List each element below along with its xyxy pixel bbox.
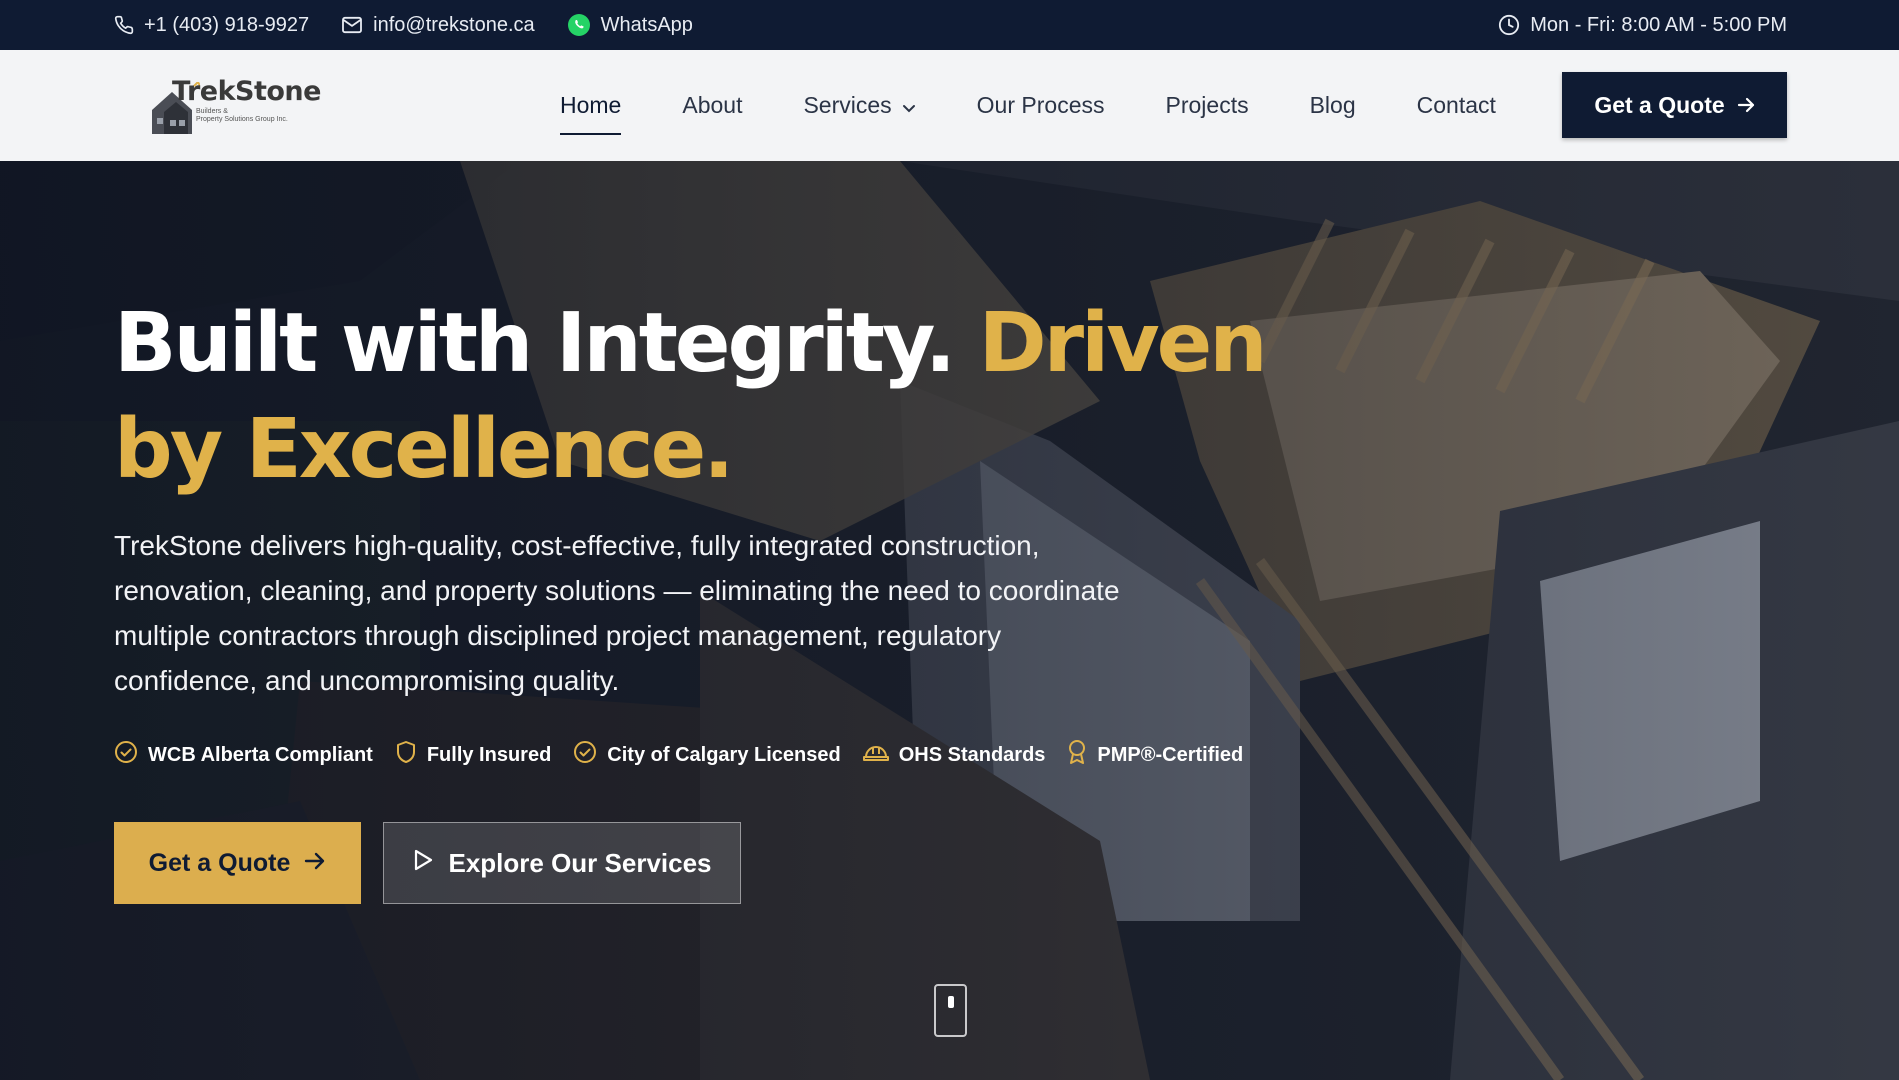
credential-badges: WCB Alberta Compliant Fully Insured City… (114, 739, 1243, 771)
hero-headline: Built with Integrity. Driven by Excellen… (114, 291, 1314, 503)
badge-pmp: PMP®-Certified (1067, 739, 1243, 771)
nav-item-services[interactable]: Services (803, 50, 915, 161)
phone-icon (114, 15, 134, 35)
whatsapp-text: WhatsApp (600, 13, 693, 36)
badge-wcb: WCB Alberta Compliant (114, 740, 373, 770)
badge-calgary-licensed: City of Calgary Licensed (573, 740, 841, 770)
hero-section: Built with Integrity. Driven by Excellen… (0, 161, 1899, 1080)
hero-lead-paragraph: TrekStone delivers high-quality, cost-ef… (114, 530, 1120, 696)
badge-insured: Fully Insured (395, 740, 551, 770)
email-link[interactable]: info@trekstone.ca (341, 14, 535, 37)
scroll-down-indicator[interactable] (934, 984, 967, 1037)
nav-get-quote-button[interactable]: Get a Quote (1562, 72, 1787, 138)
check-circle-icon (114, 740, 138, 770)
nav-item-contact[interactable]: Contact (1417, 50, 1496, 161)
play-icon (412, 848, 434, 879)
shield-icon (395, 740, 417, 770)
business-hours: Mon - Fri: 8:00 AM - 5:00 PM (1498, 0, 1787, 50)
nav-item-our-process[interactable]: Our Process (977, 50, 1105, 161)
hours-text: Mon - Fri: 8:00 AM - 5:00 PM (1530, 13, 1787, 36)
award-icon (1067, 739, 1087, 771)
explore-services-button[interactable]: Explore Our Services (383, 822, 741, 904)
top-contact-bar: +1 (403) 918-9927 info@trekstone.ca What… (0, 0, 1899, 50)
main-navigation: TrekStone Builders & Property Solutions … (0, 50, 1899, 161)
whatsapp-icon (567, 13, 591, 37)
email-text: info@trekstone.ca (373, 13, 535, 36)
nav-menu: Home About Services Our Process Projects… (560, 50, 1496, 161)
scroll-indicator-dot (948, 996, 954, 1008)
hero-get-quote-button[interactable]: Get a Quote (114, 822, 361, 904)
trekstone-logo[interactable]: TrekStone Builders & Property Solutions … (150, 74, 321, 136)
mail-icon (341, 16, 363, 34)
badge-ohs: OHS Standards (862, 741, 1045, 769)
logo-tagline: Builders & Property Solutions Group Inc. (196, 108, 288, 123)
nav-item-about[interactable]: About (682, 50, 742, 161)
arrow-right-icon (304, 849, 326, 878)
nav-item-blog[interactable]: Blog (1310, 50, 1356, 161)
chevron-down-icon (902, 92, 916, 119)
nav-item-home[interactable]: Home (560, 50, 622, 161)
check-circle-icon (573, 740, 597, 770)
phone-text: +1 (403) 918-9927 (144, 13, 310, 36)
whatsapp-link[interactable]: WhatsApp (567, 13, 693, 37)
hard-hat-icon (862, 741, 889, 769)
nav-item-projects[interactable]: Projects (1166, 50, 1249, 161)
clock-icon (1498, 14, 1520, 36)
headline-white: Built with Integrity. (114, 296, 956, 391)
logo-wordmark: TrekStone (172, 76, 321, 107)
arrow-right-icon (1737, 92, 1755, 119)
phone-link[interactable]: +1 (403) 918-9927 (114, 14, 309, 37)
